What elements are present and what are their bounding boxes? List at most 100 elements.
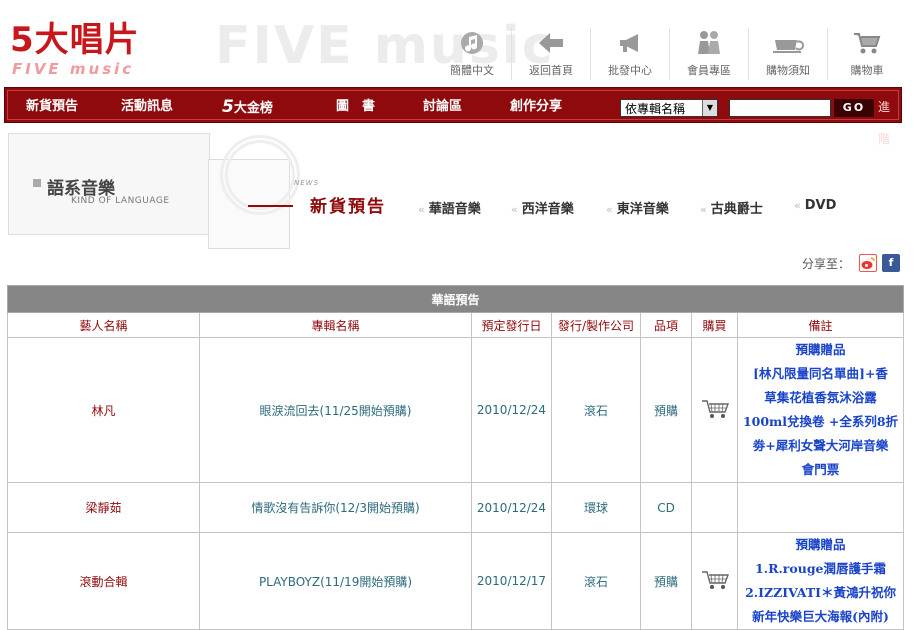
column-header: 備註 [736, 312, 905, 338]
remarks-cell [736, 482, 905, 533]
column-header: 品項 [640, 312, 692, 338]
back-arrow-icon [512, 28, 590, 56]
artist-link[interactable]: 梁靜茹 [7, 482, 200, 533]
category-classical-jazz[interactable]: «古典爵士 [700, 198, 763, 217]
column-header: 購買 [691, 312, 738, 338]
topnav-label: 簡體中文 [450, 64, 494, 77]
note-line: [林凡限量同名單曲]+香 [753, 366, 888, 381]
topnav-label: 購物須知 [766, 64, 810, 77]
add-to-cart-icon[interactable] [701, 398, 729, 420]
double-chevron-icon: « [700, 203, 707, 216]
product-type: CD [640, 482, 692, 533]
main-menu-bar: 新貨預告 活動訊息 5大金榜 圖 書 討論區 創作分享 依專輯名稱 ▼ GO 進… [4, 87, 902, 146]
menu-books[interactable]: 圖 書 [336, 91, 375, 123]
note-line: 2.IZZIVATI＊黃鴻升祝你 [745, 585, 896, 600]
table-caption: 華語預告 [6, 285, 905, 313]
banner-subtitle: KIND OF LANGUAGE [71, 196, 170, 206]
topnav-label: 返回首頁 [529, 64, 573, 77]
topnav-label: 會員專區 [687, 64, 731, 77]
section-title: 新貨預告 [310, 197, 386, 217]
remarks-cell: 預購贈品 [林凡限量同名單曲]+香 草集花植香氛沐浴露 100ml兌換卷 +全系… [736, 337, 905, 483]
menu-top-chart-label: 大金榜 [233, 101, 273, 116]
facebook-icon[interactable]: f [882, 254, 900, 272]
note-line: 1.R.rouge潤唇護手霜 [755, 561, 887, 576]
note-line: 預購贈品 [795, 537, 846, 552]
album-link[interactable]: 眼淚流回去(11/25開始預購) [199, 337, 472, 483]
preorder-table-wrap: 華語預告 藝人名稱 專輯名稱 預定發行日 發行/製作公司 品項 購買 備註 林凡… [6, 285, 905, 630]
category-label: 東洋音樂 [616, 202, 669, 217]
logo-subtext: FIVE music [12, 60, 135, 78]
category-label: DVD [804, 198, 837, 213]
product-type: 預購 [640, 337, 692, 483]
topnav-wholesale[interactable]: 批發中心 [590, 28, 669, 80]
category-label: 西洋音樂 [521, 202, 574, 217]
buy-cell [691, 482, 738, 533]
buy-cell [691, 337, 738, 483]
table-row: 梁靜茹 情歌沒有告訴你(12/3開始預購) 2010/12/24 環球 CD [7, 482, 905, 533]
news-tag: NEWS [294, 179, 320, 187]
double-chevron-icon: « [418, 203, 425, 216]
topnav-shopping-guide[interactable]: 購物須知 [748, 28, 827, 80]
category-label: 華語音樂 [428, 202, 481, 217]
menu-events[interactable]: 活動訊息 [121, 91, 173, 123]
note-line: 會門票 [801, 462, 840, 477]
language-box: 語系音樂 KIND OF LANGUAGE [8, 133, 210, 235]
menu-forum[interactable]: 討論區 [423, 91, 462, 123]
category-chinese[interactable]: «華語音樂 [418, 198, 481, 217]
release-date: 2010/12/24 [471, 337, 552, 483]
topnav-members[interactable]: 會員專區 [669, 28, 748, 80]
double-chevron-icon: « [511, 203, 518, 216]
column-header: 專輯名稱 [199, 312, 472, 338]
label-company: 滾石 [551, 337, 641, 483]
note-line: 預購贈品 [795, 342, 846, 357]
vinyl-decoration [220, 135, 300, 215]
menu-top-chart[interactable]: 5大金榜 [222, 91, 273, 123]
add-to-cart-icon[interactable] [701, 569, 729, 591]
top-navigation: 簡體中文 返回首頁 批發中心 會員專區 購物須知 購物車 [433, 28, 906, 80]
share-bar: 分享至： f [802, 253, 900, 273]
logo-text: 5大唱片 [10, 20, 140, 60]
release-date: 2010/12/24 [471, 482, 552, 533]
site-logo[interactable]: 5大唱片 FIVE music [10, 20, 210, 80]
weibo-icon[interactable] [859, 254, 877, 272]
topnav-simplified-chinese[interactable]: 簡體中文 [433, 28, 511, 80]
note-line: 新年快樂巨大海報(內附) [752, 609, 889, 624]
table-header-row: 藝人名稱 專輯名稱 預定發行日 發行/製作公司 品項 購買 備註 [7, 312, 905, 338]
preorder-table: 華語預告 藝人名稱 專輯名稱 預定發行日 發行/製作公司 品項 購買 備註 林凡… [6, 285, 905, 630]
category-label: 古典爵士 [710, 202, 763, 217]
category-western[interactable]: «西洋音樂 [511, 198, 574, 217]
search-input[interactable] [729, 99, 831, 117]
teacup-icon [749, 28, 827, 56]
news-divider [248, 205, 293, 207]
members-icon [670, 28, 748, 56]
chevron-down-icon: ▼ [702, 100, 717, 116]
note-line: 100ml兌換卷 +全系列8折 [742, 414, 899, 429]
table-row: 林凡 眼淚流回去(11/25開始預購) 2010/12/24 滾石 預購 預購贈… [7, 337, 905, 483]
album-link[interactable]: 情歌沒有告訴你(12/3開始預購) [199, 482, 472, 533]
music-note-icon [433, 28, 511, 56]
column-header: 預定發行日 [471, 312, 552, 338]
chart-five-mark: 5 [222, 97, 234, 117]
category-dvd[interactable]: «DVD [794, 198, 836, 213]
note-line: 草集花植香氛沐浴露 [764, 390, 877, 405]
topnav-label: 批發中心 [608, 64, 652, 77]
double-chevron-icon: « [606, 203, 613, 216]
double-chevron-icon: « [794, 199, 801, 212]
cart-icon [828, 28, 906, 56]
topnav-cart[interactable]: 購物車 [827, 28, 906, 80]
menu-creative-share[interactable]: 創作分享 [510, 91, 562, 123]
category-banner: 語系音樂 KIND OF LANGUAGE NEWS 新貨預告 «華語音樂 «西… [8, 133, 908, 251]
artist-link[interactable]: 林凡 [7, 337, 200, 483]
menu-new-arrivals[interactable]: 新貨預告 [26, 91, 78, 123]
label-company: 環球 [551, 482, 641, 533]
note-line: 劵+犀利女聲大河岸音樂 [752, 438, 889, 453]
category-japanese[interactable]: «東洋音樂 [606, 198, 669, 217]
share-label: 分享至： [801, 256, 850, 271]
topnav-home[interactable]: 返回首頁 [511, 28, 590, 80]
site-header: FIVE music 5大唱片 FIVE music 簡體中文 返回首頁 批發中… [0, 0, 920, 86]
topnav-label: 購物車 [850, 64, 884, 77]
megaphone-icon [591, 28, 669, 56]
search-go-button[interactable]: GO [834, 99, 874, 117]
search-type-select[interactable]: 依專輯名稱 ▼ [620, 99, 718, 117]
menu-inner: 新貨預告 活動訊息 5大金榜 圖 書 討論區 創作分享 依專輯名稱 ▼ GO 進… [7, 90, 899, 146]
